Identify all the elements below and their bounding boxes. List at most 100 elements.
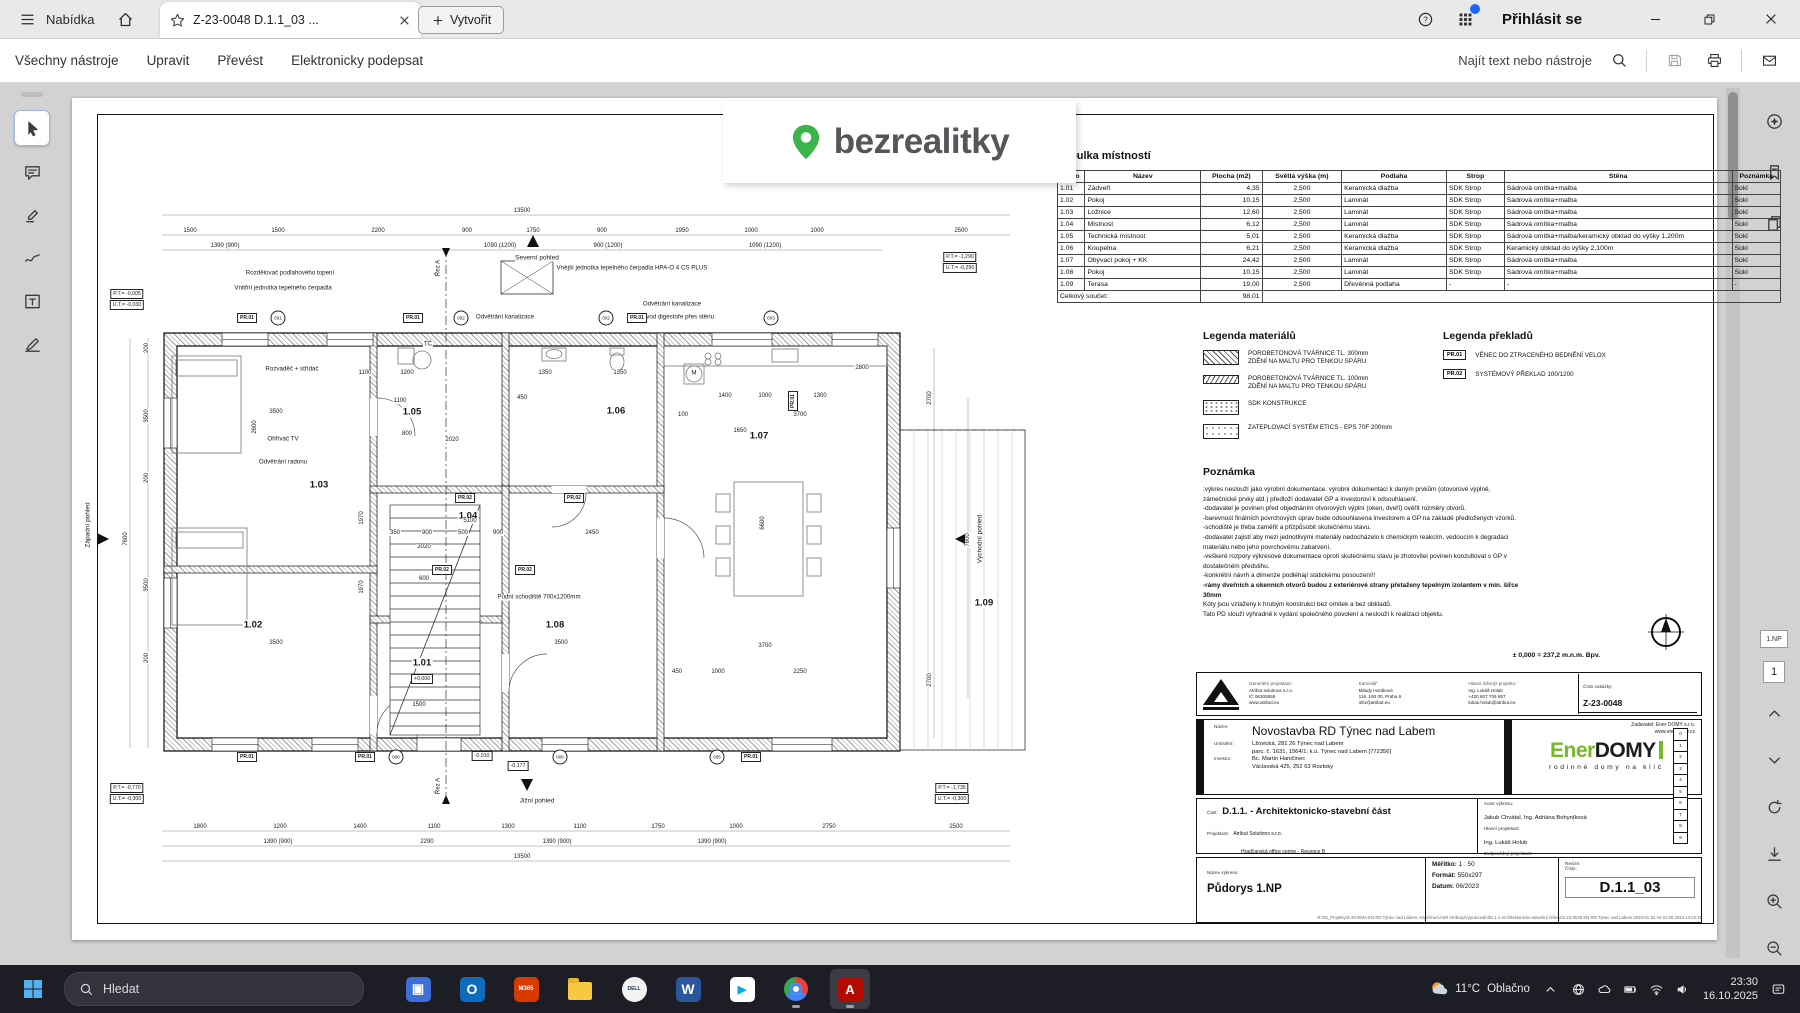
tab-title: Z-23-0048 D.1.1_03 ... <box>193 13 319 27</box>
minimize-button[interactable] <box>1632 0 1678 38</box>
app-dell-icon[interactable]: DELL <box>614 969 654 1009</box>
toolbar-item-4[interactable]: Elektronicky podepsat <box>291 53 423 68</box>
page-thumbnail-badge[interactable]: 1.NP <box>1760 630 1788 648</box>
bezrealitky-pin-icon <box>792 124 819 160</box>
dimension: 2290 <box>419 839 435 845</box>
select-tool-icon[interactable] <box>14 110 50 146</box>
app-teams-icon[interactable]: ▣ <box>398 969 438 1009</box>
globe-icon[interactable] <box>1571 982 1586 997</box>
table-row: 1.09 Terasa 19,00 2,500 Dřevěnná podlaha - - - <box>1056 278 1782 291</box>
weather-condition: Oblačno <box>1487 983 1530 995</box>
onedrive-icon[interactable] <box>1597 982 1612 997</box>
find-label[interactable]: Najít text nebo nástroje <box>1458 53 1592 68</box>
elevation-box: -0,010 <box>471 751 493 761</box>
hidden-icons-chevron[interactable] <box>1543 982 1558 997</box>
search-icon <box>80 983 93 995</box>
print-icon[interactable] <box>1701 48 1727 74</box>
dimension: 900 <box>420 530 434 536</box>
taskbar-search[interactable]: Hledat <box>64 972 364 1006</box>
taskbar-clock[interactable]: 23:30 16.10.2025 <box>1703 975 1758 1003</box>
tab-close-icon[interactable] <box>395 7 413 33</box>
room-label: 1.08 <box>544 619 566 631</box>
app-file-explorer-icon[interactable] <box>560 969 600 1009</box>
fill-sign-icon[interactable] <box>15 327 49 361</box>
weather-widget[interactable]: 11°C Oblačno <box>1430 980 1530 998</box>
restore-button[interactable] <box>1686 0 1732 38</box>
battery-icon[interactable] <box>1623 982 1638 997</box>
app-outlook-icon[interactable]: O <box>452 969 492 1009</box>
signin-button[interactable]: Přihlásit se <box>1502 0 1582 38</box>
room-label: 1.07 <box>748 430 770 442</box>
chevron-down-icon[interactable] <box>1757 743 1791 777</box>
home-button[interactable] <box>112 0 138 38</box>
dimension: 1390 (900) <box>696 839 728 845</box>
add-comment-icon[interactable] <box>15 155 49 189</box>
toolbar-item-3[interactable]: Převést <box>217 53 263 68</box>
pare-strip: 0123456789 <box>1673 728 1688 844</box>
app-prime-video-icon[interactable]: ▶ <box>722 969 762 1009</box>
annotation: Odvětrání radonu <box>257 458 309 466</box>
dimension: 600 <box>417 576 431 582</box>
dimension: 2600 <box>252 419 258 435</box>
dimension: 2450 <box>584 530 600 536</box>
room-table: ČísloNázevPlocha (m2)Světlá výška (m)Pod… <box>1056 170 1782 303</box>
document-tab[interactable]: Z-23-0048 D.1.1_03 ... <box>160 2 421 38</box>
app-m365-icon[interactable]: M365 <box>506 969 546 1009</box>
table-header: Světlá výška (m) <box>1261 170 1343 183</box>
app-chrome-icon[interactable] <box>776 969 816 1009</box>
save-icon[interactable] <box>1661 48 1687 74</box>
apps-grid-button[interactable] <box>1452 0 1480 38</box>
menu-button[interactable]: Nabídka <box>14 0 94 38</box>
table-header: Podlaha <box>1341 170 1447 183</box>
note-line: dostatečném předstihu. <box>1203 562 1270 570</box>
lintel-marker: PR.01 <box>355 752 375 762</box>
page-number[interactable]: 1 <box>1763 661 1785 683</box>
export-icon[interactable] <box>1757 837 1791 871</box>
mail-icon[interactable] <box>1756 48 1782 74</box>
dimension: 1500 <box>182 228 198 234</box>
draw-icon[interactable] <box>15 241 49 275</box>
windows-taskbar: Hledat ▣ O M365 DELL W ▶ A 11°C Oblačno 23:30 … <box>0 965 1800 1013</box>
close-button[interactable] <box>1748 0 1794 38</box>
windows-logo-icon <box>24 980 42 998</box>
chevron-up-icon[interactable] <box>1757 696 1791 730</box>
app-word-icon[interactable]: W <box>668 969 708 1009</box>
start-button[interactable] <box>10 969 56 1009</box>
volume-icon[interactable] <box>1675 982 1690 997</box>
star-icon[interactable] <box>168 7 186 33</box>
dimension: 1100 <box>392 398 408 404</box>
dimension: 900 <box>595 228 609 234</box>
assistant-icon[interactable] <box>1757 104 1791 138</box>
annotation: Půdní schodiště 700x1200mm <box>496 593 582 601</box>
panel-handle[interactable] <box>21 92 43 97</box>
menu-label: Nabídka <box>46 11 95 27</box>
toolbar-item-2[interactable]: Upravit <box>147 53 190 68</box>
dimension: 1300 <box>500 824 516 830</box>
dimension: 2020 <box>444 437 460 443</box>
zoom-out-icon[interactable] <box>1757 931 1791 965</box>
zoom-in-icon[interactable] <box>1757 884 1791 918</box>
toolbar-item-1[interactable]: Všechny nástroje <box>15 53 119 68</box>
lintel-marker: PR.01 <box>627 313 647 323</box>
search-icon[interactable] <box>1606 48 1632 74</box>
wifi-icon[interactable] <box>1649 982 1664 997</box>
legend-item: POROBETONOVÁ TVÁRNICE TL. 100mm ZDĚNÍ NA… <box>1203 375 1443 391</box>
highlight-icon[interactable] <box>15 198 49 232</box>
weather-temp: 11°C <box>1455 983 1481 995</box>
create-button[interactable]: Vytvořit <box>418 6 505 34</box>
dimension: 2750 <box>821 824 837 830</box>
rotate-icon[interactable] <box>1757 790 1791 824</box>
system-tray: 11°C Oblačno 23:30 16.10.2025 <box>1430 975 1800 1003</box>
hamburger-icon <box>14 6 40 32</box>
note-line: :výkres neslouží jako výrobní dokumentac… <box>1203 486 1491 493</box>
lintel-marker: PR.02 <box>515 565 535 575</box>
elevation-box: U.T.= -0,300 <box>109 794 145 804</box>
legend-materials: Legenda materiálů POROBETONOVÁ TVÁRNICE … <box>1203 330 1443 448</box>
help-button[interactable]: ? <box>1412 0 1438 38</box>
note-line: -barevnost finálních povrchových úprav b… <box>1203 514 1516 522</box>
add-text-icon[interactable] <box>15 284 49 318</box>
drawing-number: D.1.1_03 <box>1565 877 1695 898</box>
app-acrobat-icon[interactable]: A <box>830 969 870 1009</box>
notifications-icon[interactable] <box>1771 982 1786 997</box>
dimension: 1000 <box>710 669 726 675</box>
